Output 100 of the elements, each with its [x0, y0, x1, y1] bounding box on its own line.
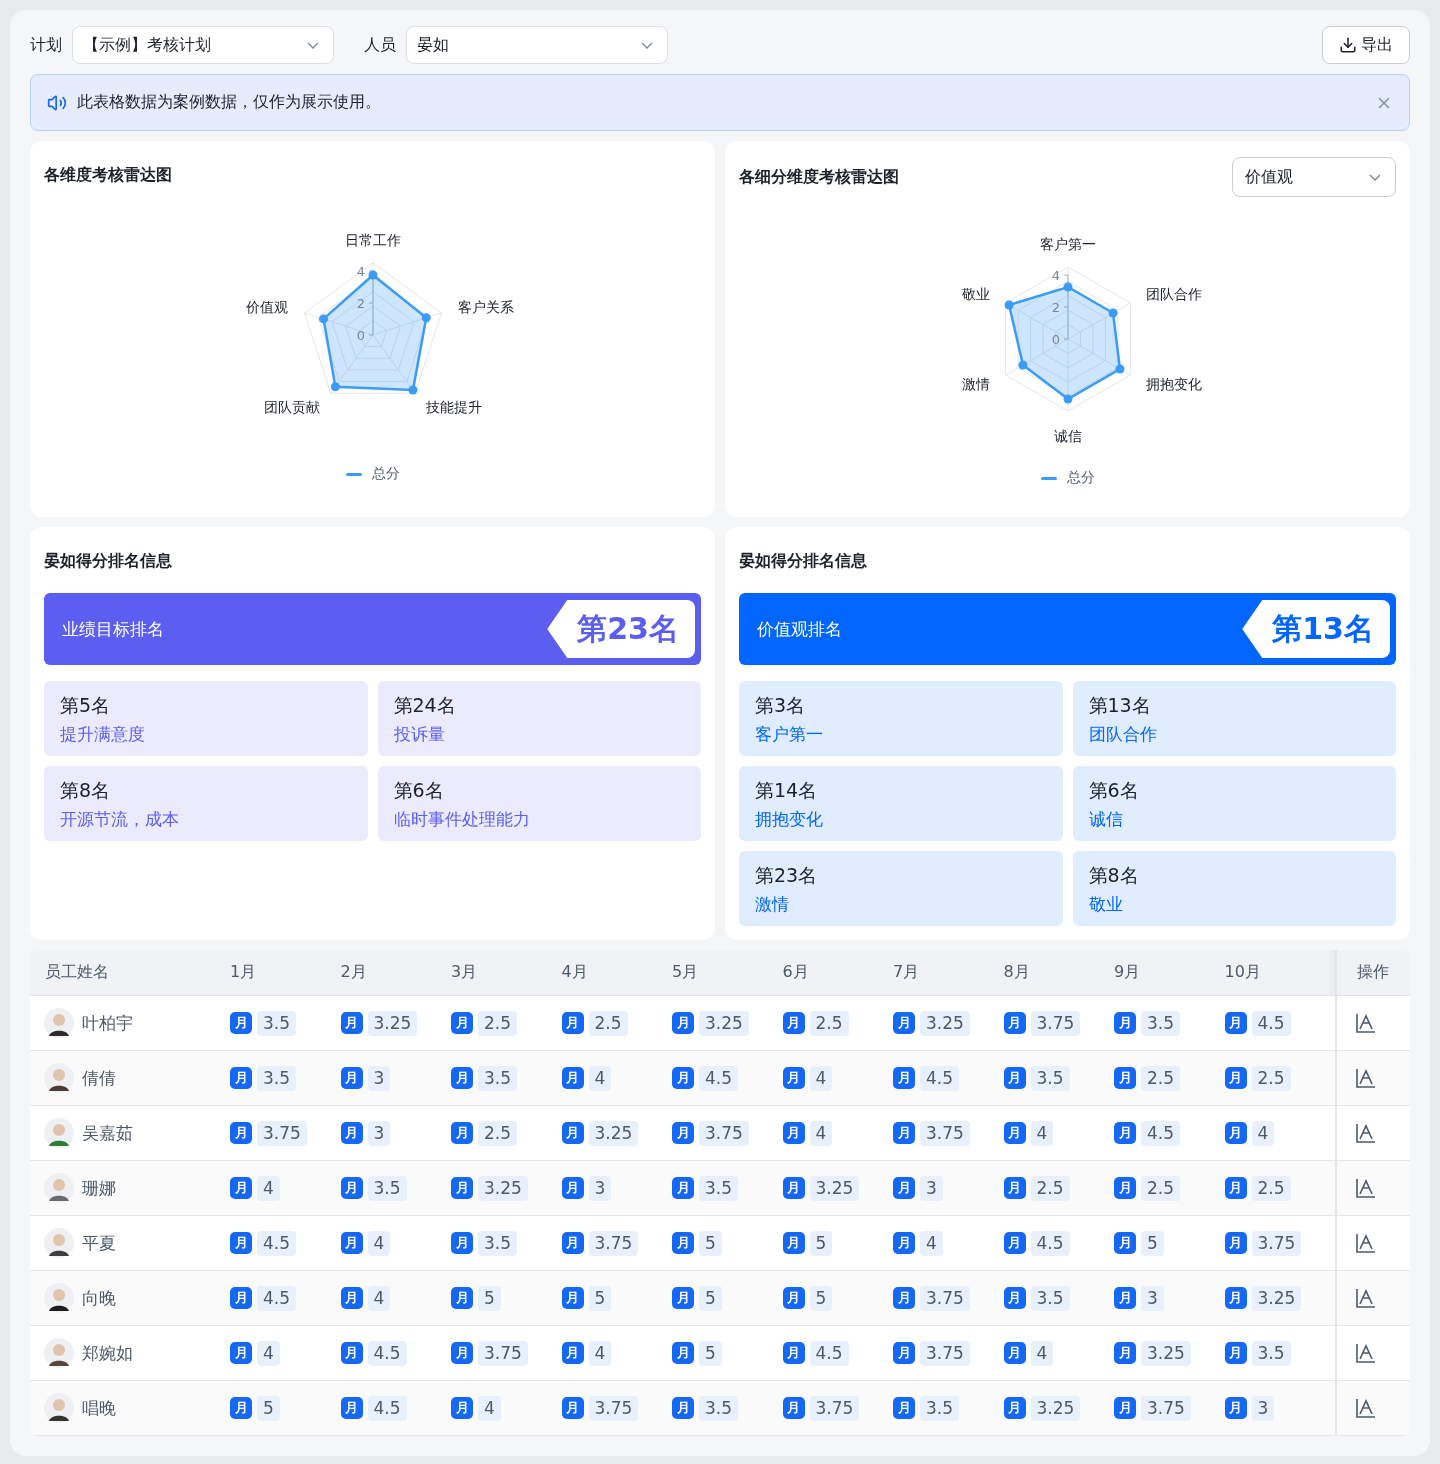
item-rank: 第24名 [393, 693, 457, 718]
axis-label: 价值观 [245, 299, 288, 316]
data-point [421, 313, 431, 323]
month-tag: 月 [230, 1342, 252, 1364]
filter-select[interactable]: 晏如 [406, 26, 668, 64]
item-rank: 第8名 [60, 778, 112, 803]
score-value: 3.5 [920, 1395, 960, 1421]
month-tag: 月 [1224, 1012, 1247, 1034]
axis-label: 拥抱变化 [1145, 375, 1202, 392]
dimension-select[interactable]: 价值观 [1232, 157, 1396, 197]
rank-tag: 第13名 [1242, 600, 1390, 658]
month-tag: 月 [451, 1287, 473, 1309]
month-tag: 月 [451, 1177, 473, 1199]
column-header: 1月 [230, 961, 258, 983]
score-value: 3.75 [809, 1395, 860, 1421]
filter-label: 人员 [364, 34, 396, 56]
card-title: 各细分维度考核雷达图 [739, 166, 899, 188]
month-tag: 月 [451, 1012, 473, 1034]
month-tag: 月 [782, 1397, 805, 1419]
month-tag: 月 [1114, 1342, 1136, 1364]
item-rank: 第6名 [1088, 778, 1140, 803]
month-tag: 月 [451, 1232, 473, 1254]
month-tag: 月 [561, 1067, 584, 1089]
item-label: 临时事件处理能力 [393, 808, 531, 831]
score-value: 3.25 [1141, 1340, 1191, 1366]
legend-label: 总分 [371, 465, 400, 483]
month-tag: 月 [782, 1177, 805, 1199]
score-value: 3.75 [699, 1120, 749, 1146]
chart-icon[interactable] [1355, 1397, 1377, 1419]
score-value: 4 [257, 1340, 280, 1366]
chart-icon[interactable] [1355, 1122, 1377, 1144]
score-value: 4 [1030, 1120, 1054, 1146]
score-value: 4 [478, 1395, 501, 1421]
score-value: 3 [367, 1120, 391, 1146]
item-rank: 第8名 [1088, 863, 1140, 888]
score-value: 2.5 [1141, 1065, 1181, 1091]
rank-tag: 第23名 [547, 600, 695, 658]
score-value: 3 [920, 1175, 943, 1201]
month-tag: 月 [340, 1067, 363, 1089]
chart-icon[interactable] [1355, 1287, 1377, 1309]
score-value: 2.5 [1251, 1065, 1291, 1091]
score-value: 4.5 [367, 1340, 407, 1366]
month-tag: 月 [672, 1177, 694, 1199]
data-point [330, 382, 340, 392]
month-tag: 月 [230, 1122, 252, 1144]
month-tag: 月 [561, 1012, 584, 1034]
score-value: 3.5 [478, 1065, 518, 1091]
axis-label: 日常工作 [344, 232, 401, 249]
chevron-down-icon [641, 41, 653, 49]
month-tag: 月 [893, 1342, 915, 1364]
score-value: 3.5 [257, 1010, 297, 1036]
month-tag: 月 [561, 1287, 584, 1309]
score-value: 4.5 [257, 1285, 297, 1311]
score-value: 4.5 [809, 1340, 849, 1366]
month-tag: 月 [1003, 1177, 1026, 1199]
chart-icon[interactable] [1355, 1232, 1377, 1254]
month-tag: 月 [1003, 1012, 1026, 1034]
month-tag: 月 [561, 1122, 584, 1144]
axis-label: 技能提升 [425, 399, 482, 416]
month-tag: 月 [893, 1397, 915, 1419]
chart-icon[interactable] [1355, 1012, 1377, 1034]
chart-icon[interactable] [1355, 1177, 1377, 1199]
month-tag: 月 [672, 1232, 694, 1254]
avatar-icon [44, 1338, 74, 1368]
month-tag: 月 [782, 1342, 805, 1364]
score-value: 4 [588, 1340, 612, 1366]
employee-name: 向晚 [82, 1286, 116, 1310]
chart-icon[interactable] [1355, 1067, 1377, 1089]
month-tag: 月 [672, 1067, 694, 1089]
chart-icon[interactable] [1355, 1342, 1377, 1364]
avatar-icon [44, 1008, 74, 1038]
month-tag: 月 [340, 1012, 363, 1034]
item-rank: 第14名 [755, 778, 819, 803]
score-value: 3.25 [367, 1010, 418, 1036]
score-value: 5 [1141, 1230, 1164, 1256]
axis-label: 团队贡献 [263, 399, 320, 416]
tick-label: 0 [1051, 332, 1060, 347]
item-label: 开源节流，成本 [60, 808, 180, 831]
avatar-icon [44, 1283, 74, 1313]
score-value: 3 [588, 1175, 612, 1201]
month-tag: 月 [451, 1397, 473, 1419]
chevron-down-icon [307, 41, 319, 49]
item-label: 团队合作 [1088, 723, 1158, 746]
score-value: 5 [699, 1340, 722, 1366]
column-header: 2月 [340, 961, 368, 983]
score-value: 3.75 [588, 1395, 639, 1421]
filter-select[interactable]: 【示例】考核计划 [72, 26, 334, 64]
export-button[interactable]: 导出 [1322, 26, 1410, 64]
column-header: 10月 [1224, 961, 1262, 983]
score-value: 3.75 [257, 1120, 307, 1146]
score-value: 4 [1251, 1120, 1275, 1146]
score-value: 3 [1251, 1395, 1275, 1421]
score-value: 2.5 [809, 1010, 849, 1036]
month-tag: 月 [672, 1122, 694, 1144]
score-value: 3 [1141, 1285, 1164, 1311]
score-value: 3.75 [1141, 1395, 1191, 1421]
item-rank: 第6名 [393, 778, 445, 803]
score-value: 3.25 [1251, 1285, 1302, 1311]
score-value: 3.25 [920, 1010, 970, 1036]
score-value: 5 [809, 1285, 833, 1311]
